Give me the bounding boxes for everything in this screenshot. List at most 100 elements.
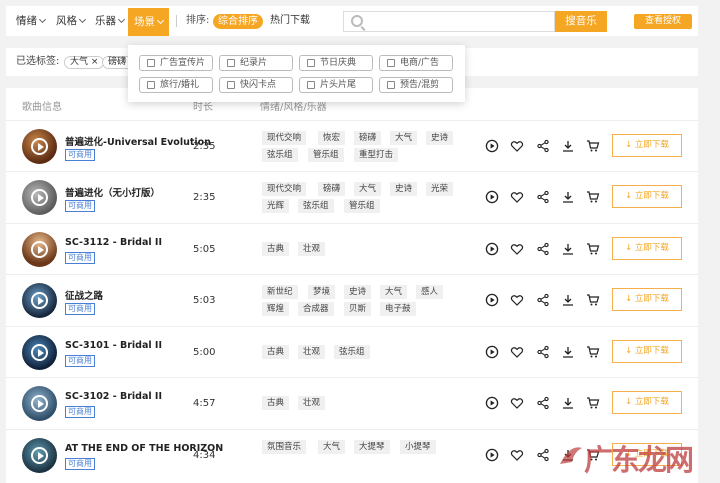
nav-mood-dropdown[interactable]: 情绪 xyxy=(16,6,47,36)
song-tag[interactable]: 壮观 xyxy=(298,242,326,256)
song-tag[interactable]: 古典 xyxy=(262,345,290,359)
share-icon[interactable] xyxy=(536,139,550,153)
share-icon[interactable] xyxy=(536,396,550,410)
song-tag[interactable]: 大提琴 xyxy=(354,440,390,454)
table-row[interactable]: 普遍进化-Universal Evolution 可商用 2:35 现代交响 恢宏 磅礴大… xyxy=(6,120,698,171)
scene-option-checkbox[interactable]: 旅行/婚礼 xyxy=(139,77,213,93)
song-title[interactable]: SC-3102 - Bridal II xyxy=(65,391,162,402)
song-tag[interactable]: 重型打击 xyxy=(354,148,399,162)
song-tag[interactable]: 古典 xyxy=(262,242,290,256)
song-title[interactable]: SC-3112 - Bridal II xyxy=(65,237,162,248)
song-tag[interactable]: 感人 xyxy=(416,285,444,299)
play-icon[interactable] xyxy=(485,396,499,410)
play-icon[interactable] xyxy=(485,345,499,359)
table-row[interactable]: SC-3112 - Bridal II 可商用 5:05 古典 壮观 ↓ 立即下载 xyxy=(6,223,698,274)
song-tag[interactable]: 现代交响 xyxy=(262,131,307,145)
selected-tag-chip[interactable]: 大气 × xyxy=(64,56,105,69)
song-tag[interactable]: 光荣 xyxy=(426,182,454,196)
song-tag[interactable]: 大气 xyxy=(390,131,418,145)
play-icon[interactable] xyxy=(485,448,499,462)
song-tag[interactable]: 古典 xyxy=(262,396,290,410)
nav-style-dropdown[interactable]: 风格 xyxy=(56,6,87,36)
cart-icon[interactable] xyxy=(586,293,600,307)
download-now-button[interactable]: ↓ 立即下载 xyxy=(612,391,682,414)
download-icon[interactable] xyxy=(561,242,575,256)
scene-option-checkbox[interactable]: 纪录片 xyxy=(219,55,293,71)
download-icon[interactable] xyxy=(561,139,575,153)
download-now-button[interactable]: ↓ 立即下载 xyxy=(612,340,682,363)
heart-icon[interactable] xyxy=(510,345,524,359)
song-title[interactable]: 普遍进化（无小打版） xyxy=(65,185,160,199)
album-cover-play-button[interactable] xyxy=(22,129,57,164)
song-title[interactable]: 普遍进化-Universal Evolution xyxy=(65,134,211,148)
song-tag[interactable]: 梦境 xyxy=(308,285,336,299)
song-tag[interactable]: 史诗 xyxy=(426,131,454,145)
album-cover-play-button[interactable] xyxy=(22,438,57,473)
song-tag[interactable]: 史诗 xyxy=(390,182,418,196)
song-tag[interactable]: 小提琴 xyxy=(400,440,436,454)
song-tag[interactable]: 大气 xyxy=(380,285,408,299)
share-icon[interactable] xyxy=(536,190,550,204)
nav-scene-dropdown[interactable]: 场景 xyxy=(128,8,169,36)
share-icon[interactable] xyxy=(536,242,550,256)
heart-icon[interactable] xyxy=(510,396,524,410)
cart-icon[interactable] xyxy=(586,396,600,410)
scene-option-checkbox[interactable]: 电商/广告 xyxy=(379,55,453,71)
song-tag[interactable]: 史诗 xyxy=(344,285,372,299)
album-cover-play-button[interactable] xyxy=(22,232,57,267)
table-row[interactable]: SC-3101 - Bridal II 可商用 5:00 古典 壮观 弦乐组 ↓ 立即下载 xyxy=(6,326,698,377)
table-row[interactable]: SC-3102 - Bridal II 可商用 4:57 古典 壮观 ↓ 立即下载 xyxy=(6,377,698,428)
song-tag[interactable]: 合成器 xyxy=(298,302,334,316)
song-tag[interactable]: 弦乐组 xyxy=(298,199,334,213)
view-license-button[interactable]: 查看授权 xyxy=(634,14,692,29)
album-cover-play-button[interactable] xyxy=(22,180,57,215)
song-tag[interactable]: 管乐组 xyxy=(344,199,380,213)
scene-option-checkbox[interactable]: 片头片尾 xyxy=(299,77,373,93)
download-now-button[interactable]: ↓ 立即下载 xyxy=(612,237,682,260)
play-icon[interactable] xyxy=(485,139,499,153)
song-tag[interactable]: 壮观 xyxy=(298,396,326,410)
nav-instrument-dropdown[interactable]: 乐器 xyxy=(95,6,126,36)
cart-icon[interactable] xyxy=(586,139,600,153)
share-icon[interactable] xyxy=(536,448,550,462)
song-title[interactable]: SC-3101 - Bridal II xyxy=(65,340,162,351)
song-tag[interactable]: 大气 xyxy=(354,182,382,196)
search-input[interactable] xyxy=(368,14,548,29)
download-now-button[interactable]: ↓ 立即下载 xyxy=(612,288,682,311)
download-icon[interactable] xyxy=(561,190,575,204)
download-now-button[interactable]: ↓ 立即下载 xyxy=(612,185,682,208)
song-tag[interactable]: 壮观 xyxy=(298,345,326,359)
heart-icon[interactable] xyxy=(510,293,524,307)
song-tag[interactable]: 弦乐组 xyxy=(334,345,370,359)
song-tag[interactable]: 电子鼓 xyxy=(380,302,416,316)
sort-comprehensive[interactable]: 综合排序 xyxy=(213,14,263,29)
song-tag[interactable]: 磅礴 xyxy=(318,182,346,196)
heart-icon[interactable] xyxy=(510,242,524,256)
download-icon[interactable] xyxy=(561,396,575,410)
share-icon[interactable] xyxy=(536,345,550,359)
heart-icon[interactable] xyxy=(510,139,524,153)
song-tag[interactable]: 磅礴 xyxy=(354,131,382,145)
heart-icon[interactable] xyxy=(510,190,524,204)
song-tag[interactable]: 现代交响 xyxy=(262,182,307,196)
song-tag[interactable]: 光辉 xyxy=(262,199,290,213)
table-row[interactable]: 征战之路 可商用 5:03 新世纪 梦境 史诗 大气 感人 辉煌 合成器 贝斯 电子鼓 ↓ 立即下载 xyxy=(6,274,698,325)
scene-option-checkbox[interactable]: 预告/混剪 xyxy=(379,77,453,93)
play-icon[interactable] xyxy=(485,293,499,307)
album-cover-play-button[interactable] xyxy=(22,335,57,370)
download-icon[interactable] xyxy=(561,345,575,359)
song-tag[interactable]: 恢宏 xyxy=(318,131,346,145)
song-tag[interactable]: 大气 xyxy=(318,440,346,454)
table-row[interactable]: 普遍进化（无小打版） 可商用 2:35 现代交响 磅礴 大气 史诗 光荣 光辉 弦乐组 管乐组 ↓ 立… xyxy=(6,171,698,222)
share-icon[interactable] xyxy=(536,293,550,307)
download-icon[interactable] xyxy=(561,293,575,307)
song-tag[interactable]: 氛围音乐 xyxy=(262,440,307,454)
song-tag[interactable]: 弦乐组 xyxy=(262,148,298,162)
cart-icon[interactable] xyxy=(586,242,600,256)
play-icon[interactable] xyxy=(485,190,499,204)
search-button[interactable]: 搜音乐 xyxy=(555,11,607,32)
song-tag[interactable]: 贝斯 xyxy=(344,302,372,316)
play-icon[interactable] xyxy=(485,242,499,256)
scene-option-checkbox[interactable]: 快闪卡点 xyxy=(219,77,293,93)
song-tag[interactable]: 管乐组 xyxy=(308,148,344,162)
